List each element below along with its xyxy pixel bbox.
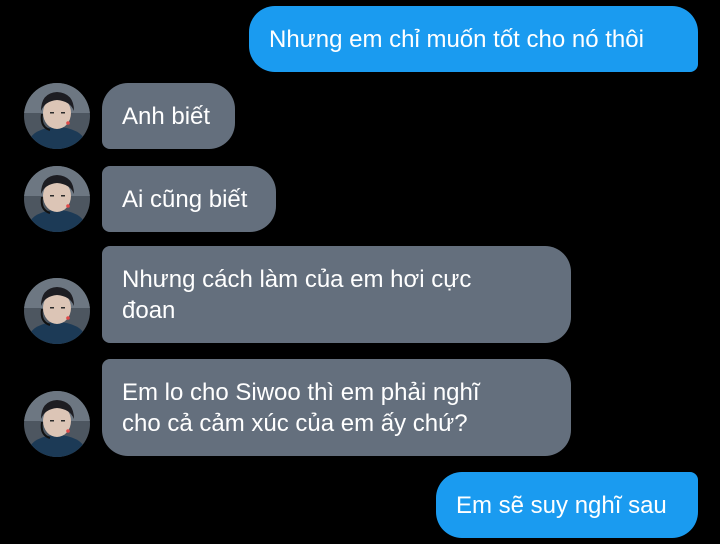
sent-message-bubble[interactable]: Em sẽ suy nghĩ sau xyxy=(436,472,698,538)
contact-avatar[interactable] xyxy=(24,278,90,344)
message-text: Nhưng em chỉ muốn tốt cho nó thôi xyxy=(269,25,644,53)
message-text: Anh biết xyxy=(122,102,211,130)
contact-avatar[interactable] xyxy=(24,83,90,149)
received-message-bubble[interactable]: Anh biết xyxy=(102,83,235,149)
profile-photo-icon xyxy=(24,391,90,457)
message-text: Em sẽ suy nghĩ sau xyxy=(456,491,667,519)
message-text: Nhưng cách làm của em hơi cực đoan xyxy=(122,265,472,324)
contact-avatar[interactable] xyxy=(24,391,90,457)
received-message-bubble[interactable]: Nhưng cách làm của em hơi cực đoan xyxy=(102,246,571,343)
message-text: Em lo cho Siwoo thì em phải nghĩ cho cả … xyxy=(122,378,480,437)
profile-photo-icon xyxy=(24,278,90,344)
profile-photo-icon xyxy=(24,166,90,232)
received-message-bubble[interactable]: Em lo cho Siwoo thì em phải nghĩ cho cả … xyxy=(102,359,571,456)
profile-photo-icon xyxy=(24,83,90,149)
received-message-bubble[interactable]: Ai cũng biết xyxy=(102,166,276,232)
message-text: Ai cũng biết xyxy=(122,185,248,213)
contact-avatar[interactable] xyxy=(24,166,90,232)
sent-message-bubble[interactable]: Nhưng em chỉ muốn tốt cho nó thôi xyxy=(249,6,698,72)
